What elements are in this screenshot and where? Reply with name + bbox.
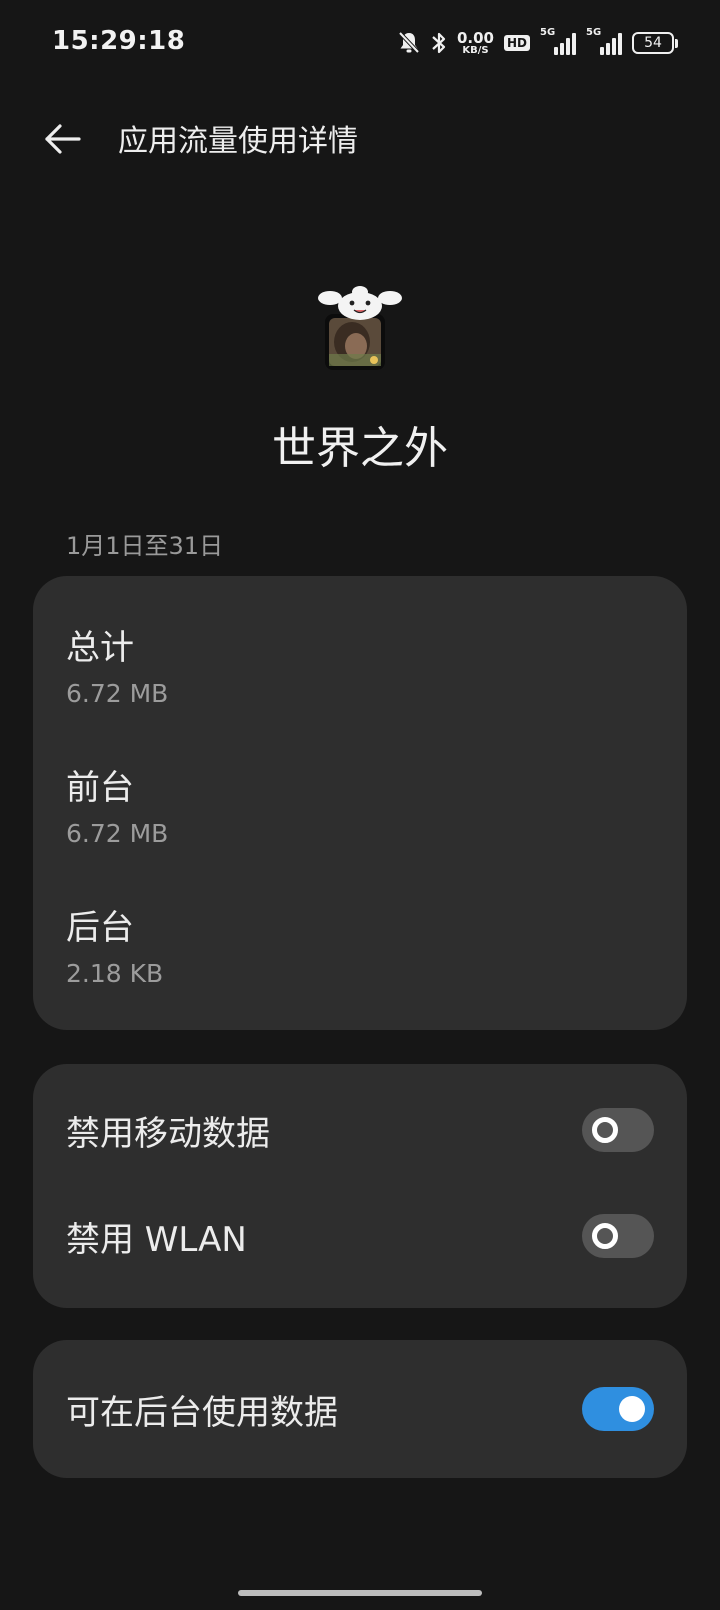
- usage-foreground-value: 6.72 MB: [66, 819, 169, 848]
- disable-wlan-label: 禁用 WLAN: [66, 1219, 247, 1260]
- signal-label: 5G: [586, 27, 602, 38]
- signal-5g-icon: 5G: [540, 27, 576, 55]
- page-title: 应用流量使用详情: [118, 124, 358, 159]
- bell-off-icon: [397, 30, 421, 56]
- restrictions-card: 禁用移动数据 禁用 WLAN: [33, 1064, 687, 1308]
- background-data-row[interactable]: 可在后台使用数据: [33, 1359, 687, 1459]
- network-speed-unit: KB/S: [462, 44, 489, 56]
- header: 应用流量使用详情: [0, 96, 720, 180]
- network-speed-value: 0.00: [456, 28, 494, 47]
- app-name: 世界之外: [272, 423, 448, 474]
- usage-total-label: 总计: [66, 628, 134, 668]
- usage-background: 后台 2.18 KB: [66, 900, 163, 988]
- disable-wlan-row[interactable]: 禁用 WLAN: [33, 1186, 687, 1286]
- usage-background-value: 2.18 KB: [66, 959, 164, 988]
- disable-mobile-data-label: 禁用移动数据: [66, 1113, 270, 1154]
- usage-total-value: 6.72 MB: [66, 679, 169, 708]
- home-indicator[interactable]: [238, 1590, 482, 1596]
- battery-level: 54: [632, 32, 674, 54]
- background-data-label: 可在后台使用数据: [66, 1392, 338, 1433]
- network-speed: 0.00 KB/S: [456, 28, 494, 56]
- usage-card: 总计 6.72 MB 前台 6.72 MB 后台 2.18 KB: [33, 576, 687, 1030]
- back-button[interactable]: [38, 114, 88, 164]
- disable-mobile-data-row[interactable]: 禁用移动数据: [33, 1080, 687, 1180]
- status-icons: 0.00 KB/S HD 5G 5G 54: [397, 27, 678, 58]
- app-traffic-detail-screen: 15:29:18 0.00 KB/S HD 5G 5G 54 应用流量使用详情 …: [0, 0, 720, 1610]
- status-bar: 15:29:18 0.00 KB/S HD 5G 5G 54: [0, 0, 720, 88]
- signal-5g-icon: 5G: [586, 27, 622, 55]
- bluetooth-icon: [431, 30, 447, 56]
- usage-foreground: 前台 6.72 MB: [66, 760, 168, 848]
- background-data-toggle[interactable]: [582, 1387, 654, 1431]
- battery-icon: 54: [632, 32, 678, 54]
- hd-icon: HD: [503, 35, 530, 51]
- app-icon: [316, 284, 404, 376]
- arrow-left-icon: [45, 124, 81, 154]
- disable-mobile-data-toggle[interactable]: [582, 1108, 654, 1152]
- signal-label: 5G: [540, 27, 556, 38]
- status-time: 15:29:18: [52, 26, 186, 56]
- usage-background-label: 后台: [66, 908, 134, 948]
- usage-foreground-label: 前台: [66, 768, 134, 808]
- usage-total: 总计 6.72 MB: [66, 620, 168, 708]
- disable-wlan-toggle[interactable]: [582, 1214, 654, 1258]
- background-data-card: 可在后台使用数据: [33, 1340, 687, 1478]
- date-range-label[interactable]: 1月1日至31日: [66, 526, 223, 561]
